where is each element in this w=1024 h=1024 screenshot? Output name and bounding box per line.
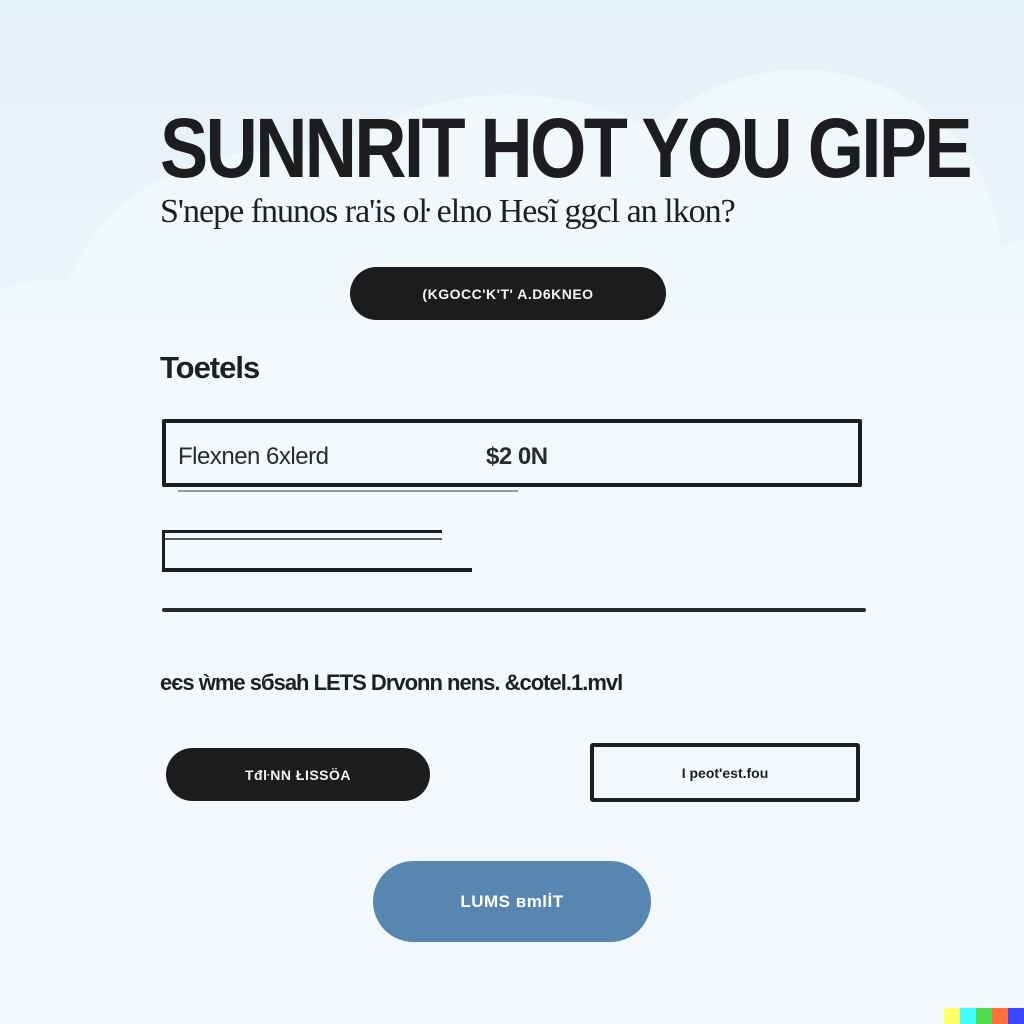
section-title: Toetels bbox=[160, 350, 260, 385]
placeholder-line bbox=[162, 538, 442, 540]
color-swatch bbox=[992, 1008, 1008, 1024]
section-divider bbox=[162, 608, 866, 612]
color-swatch bbox=[1008, 1008, 1024, 1024]
color-strip bbox=[944, 1008, 1024, 1024]
secondary-outline-button[interactable]: I рeot'est.fou bbox=[590, 743, 860, 802]
info-note: eєs ẁme sбsah LETS Drvonn nens. &cotel.1… bbox=[160, 670, 623, 695]
placeholder-line bbox=[162, 530, 442, 533]
field-value: $2 0N bbox=[486, 443, 548, 470]
color-swatch bbox=[976, 1008, 992, 1024]
field-underline bbox=[178, 490, 518, 492]
primary-submit-button[interactable]: LUMS вmlİT bbox=[373, 861, 651, 942]
secondary-dark-button[interactable]: TđŀNN ŁISSÖA bbox=[166, 748, 430, 801]
placeholder-edge bbox=[162, 530, 165, 572]
placeholder-line bbox=[162, 568, 472, 572]
placeholder-input-block[interactable] bbox=[162, 530, 472, 574]
top-action-button[interactable]: (KGOCC'K'T' A.D6KNEO bbox=[350, 267, 666, 320]
color-swatch bbox=[960, 1008, 976, 1024]
field-label: Flexnen 6xlerd bbox=[178, 443, 329, 470]
page-subtitle: S'nepe fnunos ra'is oŀ elno Hesĩ ggcl an… bbox=[160, 193, 736, 230]
details-field[interactable]: Flexnen 6xlerd $2 0N bbox=[162, 419, 862, 492]
color-swatch bbox=[944, 1008, 960, 1024]
page-title: SUNNRIT HOT YOU GIPE bbox=[160, 101, 973, 195]
